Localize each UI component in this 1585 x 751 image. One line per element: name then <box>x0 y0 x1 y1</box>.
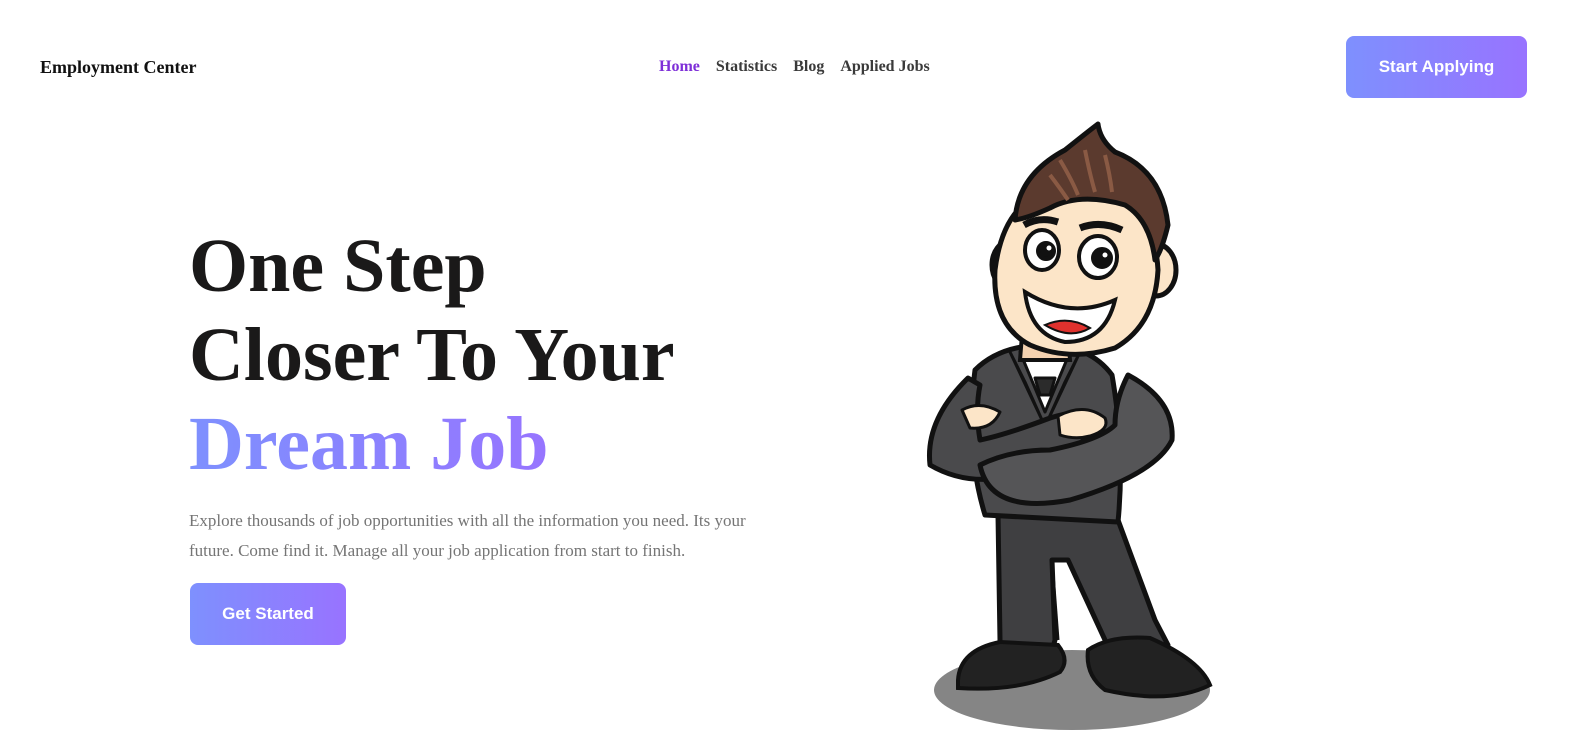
nav-blog[interactable]: Blog <box>793 57 824 77</box>
hero-title-line1: One Step <box>189 224 487 308</box>
hero-title: One Step Closer To Your Dream Job <box>189 222 675 489</box>
businessman-mascot-illustration <box>926 121 1213 730</box>
site-brand[interactable]: Employment Center <box>40 56 196 78</box>
nav-applied-jobs[interactable]: Applied Jobs <box>840 57 929 77</box>
get-started-button[interactable]: Get Started <box>190 583 346 645</box>
nav-statistics[interactable]: Statistics <box>716 57 777 77</box>
main-nav: Home Statistics Blog Applied Jobs <box>659 57 930 77</box>
nav-home[interactable]: Home <box>659 57 700 77</box>
hero-description: Explore thousands of job opportunities w… <box>189 511 746 560</box>
hero-title-line2: Closer To Your <box>189 313 675 397</box>
hero-title-highlight: Dream Job <box>189 400 569 489</box>
start-applying-button[interactable]: Start Applying <box>1346 36 1527 98</box>
